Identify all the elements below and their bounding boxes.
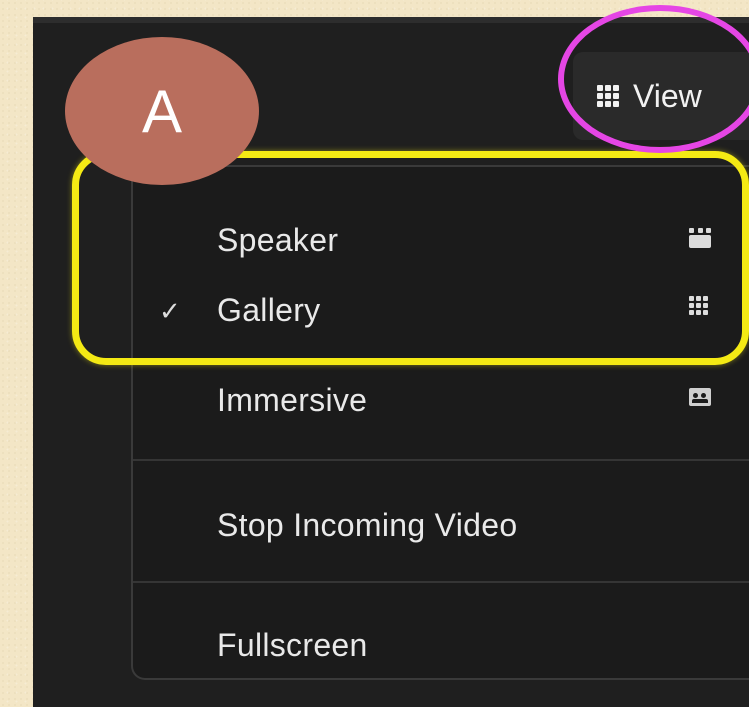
menu-divider — [133, 581, 749, 583]
menu-divider — [133, 459, 749, 461]
menu-item-label: Immersive — [217, 382, 368, 418]
menu-item-fullscreen[interactable]: Fullscreen — [133, 627, 749, 667]
annotation-badge-label: A — [141, 77, 183, 145]
immersive-view-icon — [689, 388, 711, 406]
annotation-badge: A — [65, 37, 259, 185]
menu-item-label: Stop Incoming Video — [217, 507, 518, 543]
menu-item-stop-incoming-video[interactable]: Stop Incoming Video — [133, 507, 749, 547]
menu-item-immersive[interactable]: Immersive — [133, 382, 749, 422]
magenta-highlight-circle — [558, 5, 749, 153]
menu-item-label: Fullscreen — [217, 627, 368, 663]
